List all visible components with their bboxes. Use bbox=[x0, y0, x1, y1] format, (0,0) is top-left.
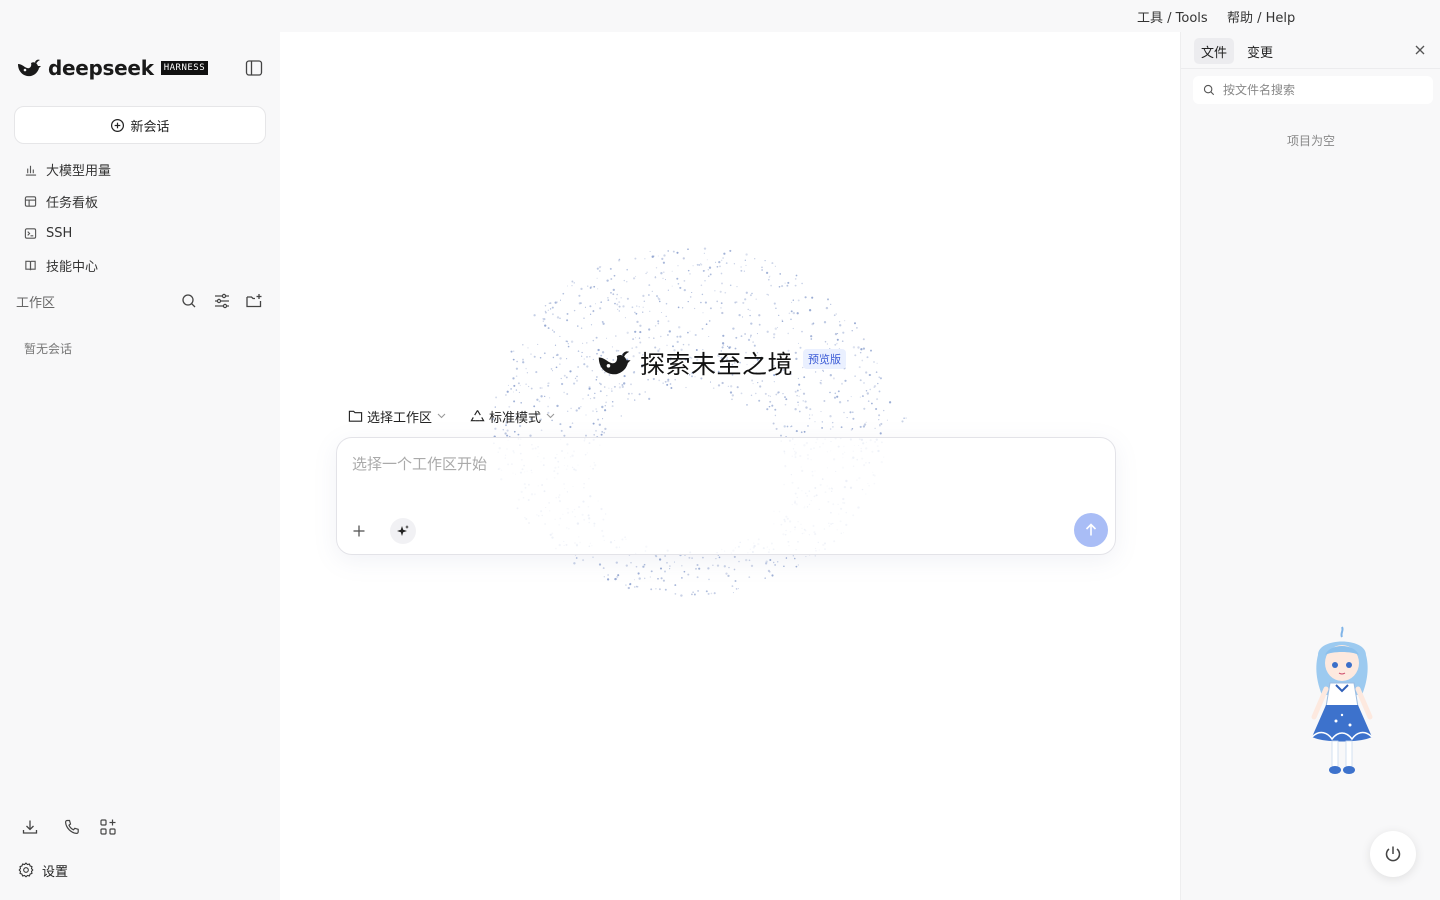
brand-badge: HARNESS bbox=[160, 61, 209, 75]
chevron-down-icon bbox=[546, 413, 555, 419]
workspace-selector-label: 选择工作区 bbox=[367, 410, 433, 426]
sidebar-toggle-icon[interactable] bbox=[245, 59, 263, 77]
settings-button[interactable]: 设置 bbox=[18, 860, 68, 880]
close-icon[interactable] bbox=[1413, 43, 1427, 57]
sidebar-item-label: SSH bbox=[46, 225, 73, 241]
tab-changes[interactable]: 变更 bbox=[1240, 38, 1280, 64]
sidebar-item-label: 大模型用量 bbox=[46, 163, 112, 179]
recycle-icon bbox=[470, 409, 485, 421]
gear-icon bbox=[18, 862, 34, 878]
hero-heading: 探索未至之境 预览版 bbox=[596, 345, 847, 381]
sidebar-item-model-usage[interactable]: 大模型用量 bbox=[24, 159, 111, 179]
whale-logo-icon bbox=[598, 351, 631, 375]
settings-label: 设置 bbox=[42, 864, 69, 880]
menu-tools[interactable]: 工具 / Tools bbox=[1137, 7, 1208, 26]
arrow-up-icon bbox=[1085, 523, 1097, 536]
file-search-input[interactable] bbox=[1223, 83, 1423, 97]
chat-composer bbox=[336, 437, 1116, 555]
power-button[interactable] bbox=[1370, 831, 1416, 877]
file-search-box bbox=[1193, 76, 1433, 104]
apps-grid-icon[interactable] bbox=[99, 818, 117, 836]
download-icon[interactable] bbox=[21, 818, 39, 836]
board-icon bbox=[24, 195, 37, 207]
empty-sessions-text: 暂无会话 bbox=[24, 342, 73, 356]
sparkle-icon bbox=[397, 525, 409, 536]
new-chat-button[interactable]: 新会话 bbox=[14, 106, 266, 144]
workspace-selector[interactable]: 选择工作区 bbox=[348, 406, 446, 426]
search-icon[interactable] bbox=[180, 292, 198, 310]
sidebar-item-task-board[interactable]: 任务看板 bbox=[24, 191, 98, 211]
search-icon bbox=[1203, 84, 1215, 96]
hero-title: 探索未至之境 bbox=[640, 350, 794, 379]
panel-divider bbox=[1181, 68, 1440, 69]
sidebar-item-label: 任务看板 bbox=[46, 195, 99, 211]
new-chat-label: 新会话 bbox=[130, 119, 170, 135]
brand-name: deepseek bbox=[48, 56, 154, 80]
sidebar-item-ssh[interactable]: SSH bbox=[24, 223, 72, 243]
plus-circle-icon bbox=[111, 118, 125, 132]
enhance-button[interactable] bbox=[390, 518, 416, 544]
sidebar-item-skills[interactable]: 技能中心 bbox=[24, 255, 98, 275]
sidebar-item-label: 技能中心 bbox=[46, 259, 99, 275]
tab-files[interactable]: 文件 bbox=[1194, 38, 1235, 64]
chevron-down-icon bbox=[437, 413, 446, 419]
preview-badge: 预览版 bbox=[803, 349, 847, 369]
send-button[interactable] bbox=[1074, 513, 1108, 547]
top-menubar: 工具 / Tools 帮助 / Help bbox=[0, 0, 1440, 32]
empty-project-text: 项目为空 bbox=[1286, 134, 1335, 148]
workspace-header: 工作区 bbox=[16, 291, 266, 311]
book-icon bbox=[25, 260, 36, 270]
filter-sliders-icon[interactable] bbox=[213, 292, 231, 310]
power-icon bbox=[1385, 846, 1401, 862]
mode-selector[interactable]: 标准模式 bbox=[470, 406, 555, 426]
folder-icon bbox=[348, 410, 363, 422]
bar-chart-icon bbox=[25, 165, 37, 176]
new-folder-icon[interactable] bbox=[245, 292, 263, 310]
phone-icon[interactable] bbox=[63, 818, 81, 836]
attach-button[interactable] bbox=[346, 518, 372, 544]
left-sidebar: deepseek HARNESS 新会话 大模型用量 任务看板 SSH 技能中心… bbox=[0, 32, 280, 900]
whale-logo-icon bbox=[18, 59, 41, 77]
app-window: 工具 / Tools 帮助 / Help deepseek HARNESS 新会… bbox=[0, 0, 1440, 900]
mascot-character-image[interactable] bbox=[1300, 625, 1384, 780]
menu-help[interactable]: 帮助 / Help bbox=[1227, 7, 1295, 26]
main-area: 探索未至之境 预览版 选择工作区 标准模式 bbox=[280, 32, 1180, 900]
workspace-title: 工作区 bbox=[16, 296, 56, 311]
brand-logo: deepseek HARNESS bbox=[16, 56, 209, 80]
terminal-icon bbox=[24, 227, 37, 239]
chat-input[interactable] bbox=[352, 452, 1052, 476]
plus-icon bbox=[353, 525, 365, 537]
mode-selector-label: 标准模式 bbox=[489, 410, 542, 426]
